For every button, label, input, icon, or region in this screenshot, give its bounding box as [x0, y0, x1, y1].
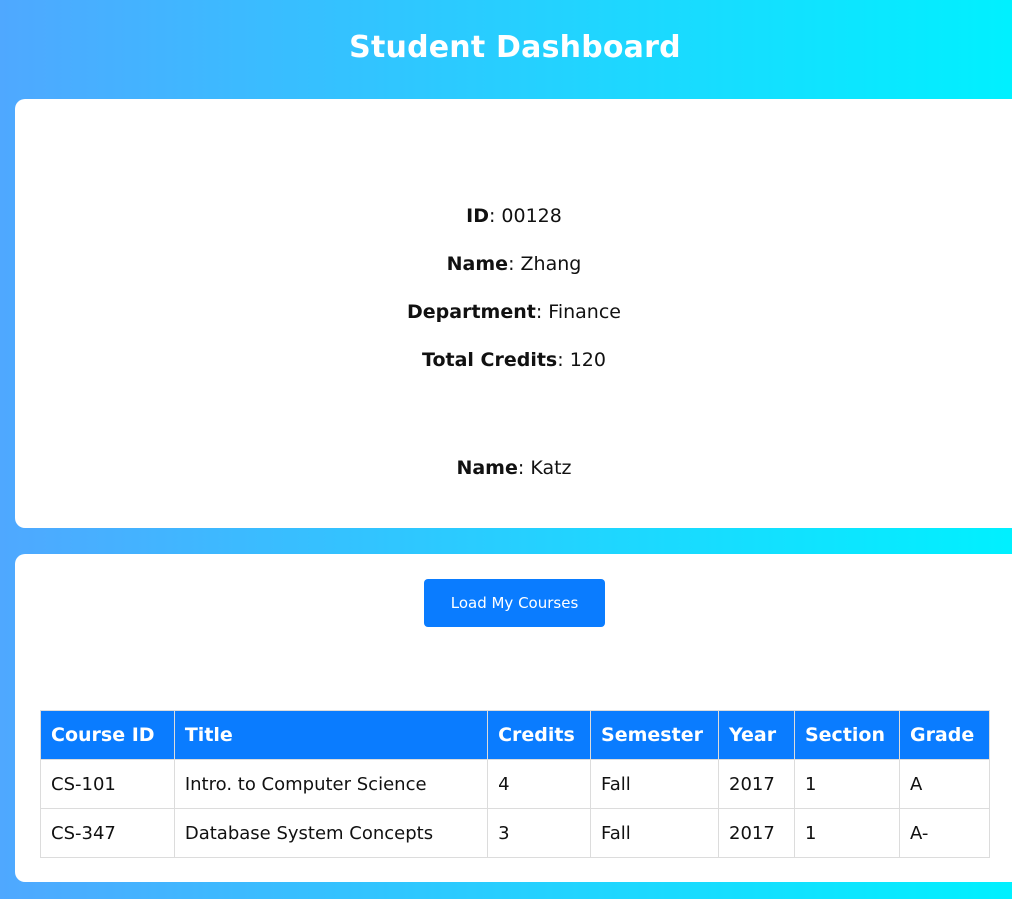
advisor-name-label: Name — [456, 457, 518, 479]
student-name-line: Name: Zhang — [446, 253, 582, 275]
advisor-name-line: Name: Katz — [456, 457, 572, 479]
student-name-value: Zhang — [520, 253, 582, 275]
page-title: Student Dashboard — [349, 30, 681, 65]
cell-year: 2017 — [718, 759, 795, 809]
column-header-section: Section — [793, 710, 900, 760]
student-credits-value: 120 — [569, 349, 606, 371]
advisor-name-value: Katz — [530, 457, 572, 479]
table-row: CS-101 Intro. to Computer Science 4 Fall… — [40, 759, 991, 809]
student-department-line: Department: Finance — [407, 301, 621, 323]
student-department-label: Department — [407, 301, 536, 323]
column-header-course-id: Course ID — [40, 710, 175, 760]
cell-grade: A- — [898, 808, 991, 858]
column-header-credits: Credits — [487, 710, 592, 760]
cell-grade: A — [898, 759, 991, 809]
cell-year: 2017 — [718, 808, 795, 858]
cell-course-id: CS-101 — [40, 759, 175, 809]
column-header-year: Year — [718, 710, 795, 760]
cell-semester: Fall — [590, 759, 720, 809]
table-header-row: Course ID Title Credits Semester Year Se… — [40, 710, 991, 760]
student-id-label: ID — [466, 205, 489, 227]
column-header-grade: Grade — [898, 710, 991, 760]
table-row: CS-347 Database System Concepts 3 Fall 2… — [40, 808, 991, 858]
student-name-label: Name — [446, 253, 509, 275]
cell-course-id: CS-347 — [40, 808, 175, 858]
cell-semester: Fall — [590, 808, 720, 858]
load-courses-button[interactable]: Load My Courses — [424, 579, 605, 627]
student-info-card: ID: 00128 Name: Zhang Department: Financ… — [15, 99, 1012, 528]
student-id-value: 00128 — [501, 205, 562, 227]
cell-section: 1 — [793, 808, 900, 858]
cell-section: 1 — [793, 759, 900, 809]
cell-title: Database System Concepts — [173, 808, 489, 858]
cell-credits: 4 — [487, 759, 592, 809]
courses-card: Load My Courses Course ID Title Credits … — [15, 554, 1012, 882]
student-department-value: Finance — [548, 301, 621, 323]
cell-title: Intro. to Computer Science — [173, 759, 489, 809]
cell-credits: 3 — [487, 808, 592, 858]
column-header-semester: Semester — [590, 710, 720, 760]
student-credits-label: Total Credits — [422, 349, 558, 371]
courses-table: Course ID Title Credits Semester Year Se… — [40, 710, 991, 858]
column-header-title: Title — [173, 710, 489, 760]
student-id-line: ID: 00128 — [466, 205, 562, 227]
student-credits-line: Total Credits: 120 — [422, 349, 606, 371]
